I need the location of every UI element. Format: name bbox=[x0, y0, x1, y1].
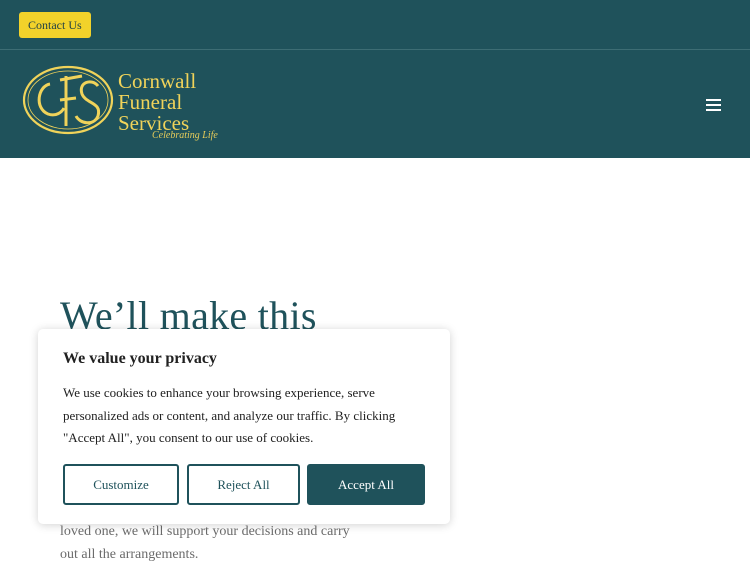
cookie-consent-banner: We value your privacy We use cookies to … bbox=[38, 329, 450, 524]
logo-monogram-icon bbox=[22, 65, 114, 135]
site-logo[interactable]: Cornwall Funeral Services Celebrating Li… bbox=[20, 61, 220, 151]
hamburger-menu-icon[interactable] bbox=[704, 97, 724, 113]
reject-all-button[interactable]: Reject All bbox=[187, 464, 300, 505]
top-bar: Contact Us bbox=[0, 0, 750, 50]
customize-button[interactable]: Customize bbox=[63, 464, 179, 505]
contact-us-button[interactable]: Contact Us bbox=[19, 12, 91, 38]
logo-line-2: Funeral bbox=[118, 90, 183, 114]
cookie-banner-title: We value your privacy bbox=[63, 350, 217, 367]
hero-body-text: loved one, we will support your decision… bbox=[60, 524, 350, 562]
accept-all-button[interactable]: Accept All bbox=[307, 464, 425, 505]
cookie-banner-text: We use cookies to enhance your browsing … bbox=[63, 385, 396, 445]
site-header: Cornwall Funeral Services Celebrating Li… bbox=[0, 50, 750, 158]
logo-tagline: Celebrating Life bbox=[152, 130, 218, 141]
logo-wordmark: Cornwall Funeral Services bbox=[118, 71, 196, 134]
logo-line-1: Cornwall bbox=[118, 69, 197, 93]
